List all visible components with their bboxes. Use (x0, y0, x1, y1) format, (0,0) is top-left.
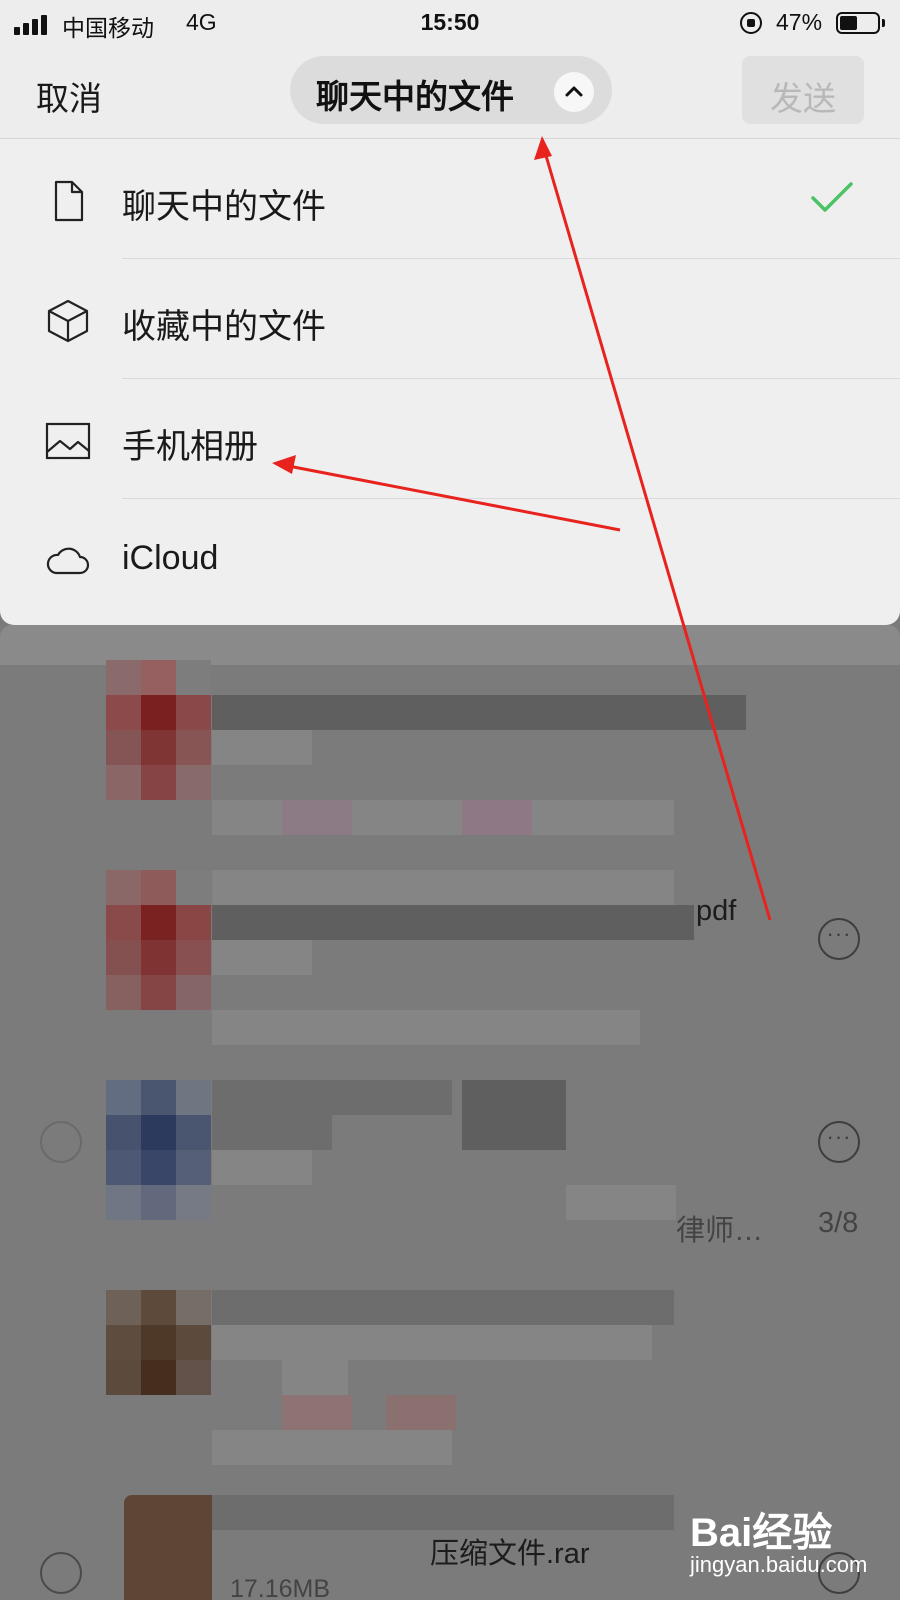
source-title: 聊天中的文件 (316, 78, 514, 115)
navigation-header: 取消 聊天中的文件 发送 (0, 48, 900, 139)
file-count-text: 3/8 (818, 1207, 859, 1239)
file-meta-bar (212, 1010, 640, 1045)
file-subtitle-text: 律师… (676, 1215, 764, 1247)
image-icon (45, 422, 91, 460)
checkmark-icon (811, 182, 853, 212)
menu-item-icloud[interactable]: iCloud (0, 499, 900, 619)
file-thumbnail (106, 870, 212, 1010)
battery-tip (882, 19, 885, 27)
file-name-bar (212, 1325, 652, 1360)
watermark-logo: Bai经验 (690, 1511, 833, 1555)
status-bar: 中国移动 4G 15:50 47% (0, 0, 900, 48)
file-meta-bar (566, 1185, 676, 1220)
clock: 15:50 (420, 9, 480, 35)
file-name-bar (212, 905, 694, 940)
cloud-icon (46, 547, 90, 575)
rotation-lock-icon (740, 12, 762, 34)
file-extension-text: pdf (696, 895, 737, 927)
file-icon (54, 180, 84, 222)
file-thumbnail (106, 1495, 212, 1600)
menu-item-label: 收藏中的文件 (122, 308, 326, 346)
file-size-text: 17.16MB (230, 1575, 331, 1600)
file-thumbnail (106, 1290, 212, 1430)
source-menu: 聊天中的文件 收藏中的文件 手机相册 iCloud (0, 139, 900, 625)
file-meta-bar (282, 800, 352, 835)
menu-item-favorite-files[interactable]: 收藏中的文件 (0, 259, 900, 379)
file-name-bar (212, 1080, 452, 1115)
more-icon[interactable] (818, 1121, 860, 1163)
file-name-bar (462, 1080, 566, 1150)
battery-icon (836, 12, 880, 34)
file-name-bar (212, 730, 312, 765)
source-selector[interactable]: 聊天中的文件 (290, 56, 612, 124)
file-meta-bar (282, 1395, 352, 1430)
watermark-url: jingyan.baidu.com (690, 1552, 868, 1577)
menu-item-photo-album[interactable]: 手机相册 (0, 379, 900, 499)
battery-fill (840, 16, 857, 30)
watermark: Bai经验 jingyan.baidu.com (690, 1500, 890, 1590)
file-list-obscured: pdf 律师… 3/8 压缩文件.rar 17.16MB (0, 625, 900, 1600)
file-name-bar (212, 1290, 674, 1325)
list-top-edge (0, 625, 900, 665)
select-radio[interactable] (40, 1121, 82, 1163)
send-label: 发送 (770, 80, 836, 117)
menu-item-label: iCloud (122, 539, 219, 577)
file-name-bar (212, 1495, 674, 1530)
cancel-button[interactable]: 取消 (36, 72, 102, 120)
battery-percent: 47% (776, 9, 823, 35)
file-name-bar (212, 940, 312, 975)
menu-item-chat-files[interactable]: 聊天中的文件 (0, 139, 900, 259)
menu-item-label: 聊天中的文件 (122, 188, 326, 226)
select-radio[interactable] (40, 1552, 82, 1594)
file-name-text: 压缩文件.rar (430, 1538, 590, 1570)
send-button[interactable]: 发送 (742, 56, 864, 124)
cube-icon (47, 299, 89, 343)
menu-item-label: 手机相册 (122, 428, 258, 466)
file-name-bar (212, 1115, 332, 1150)
file-meta-bar (462, 800, 532, 835)
file-meta-bar (282, 1360, 348, 1395)
file-name-bar (212, 695, 746, 730)
chevron-up-icon[interactable] (554, 72, 594, 112)
file-meta-bar (386, 1395, 456, 1430)
file-thumbnail (106, 660, 212, 800)
file-meta-bar (212, 1430, 452, 1465)
file-name-bar (212, 1150, 312, 1185)
file-name-bar (212, 870, 674, 905)
more-icon[interactable] (818, 918, 860, 960)
file-thumbnail (106, 1080, 212, 1220)
